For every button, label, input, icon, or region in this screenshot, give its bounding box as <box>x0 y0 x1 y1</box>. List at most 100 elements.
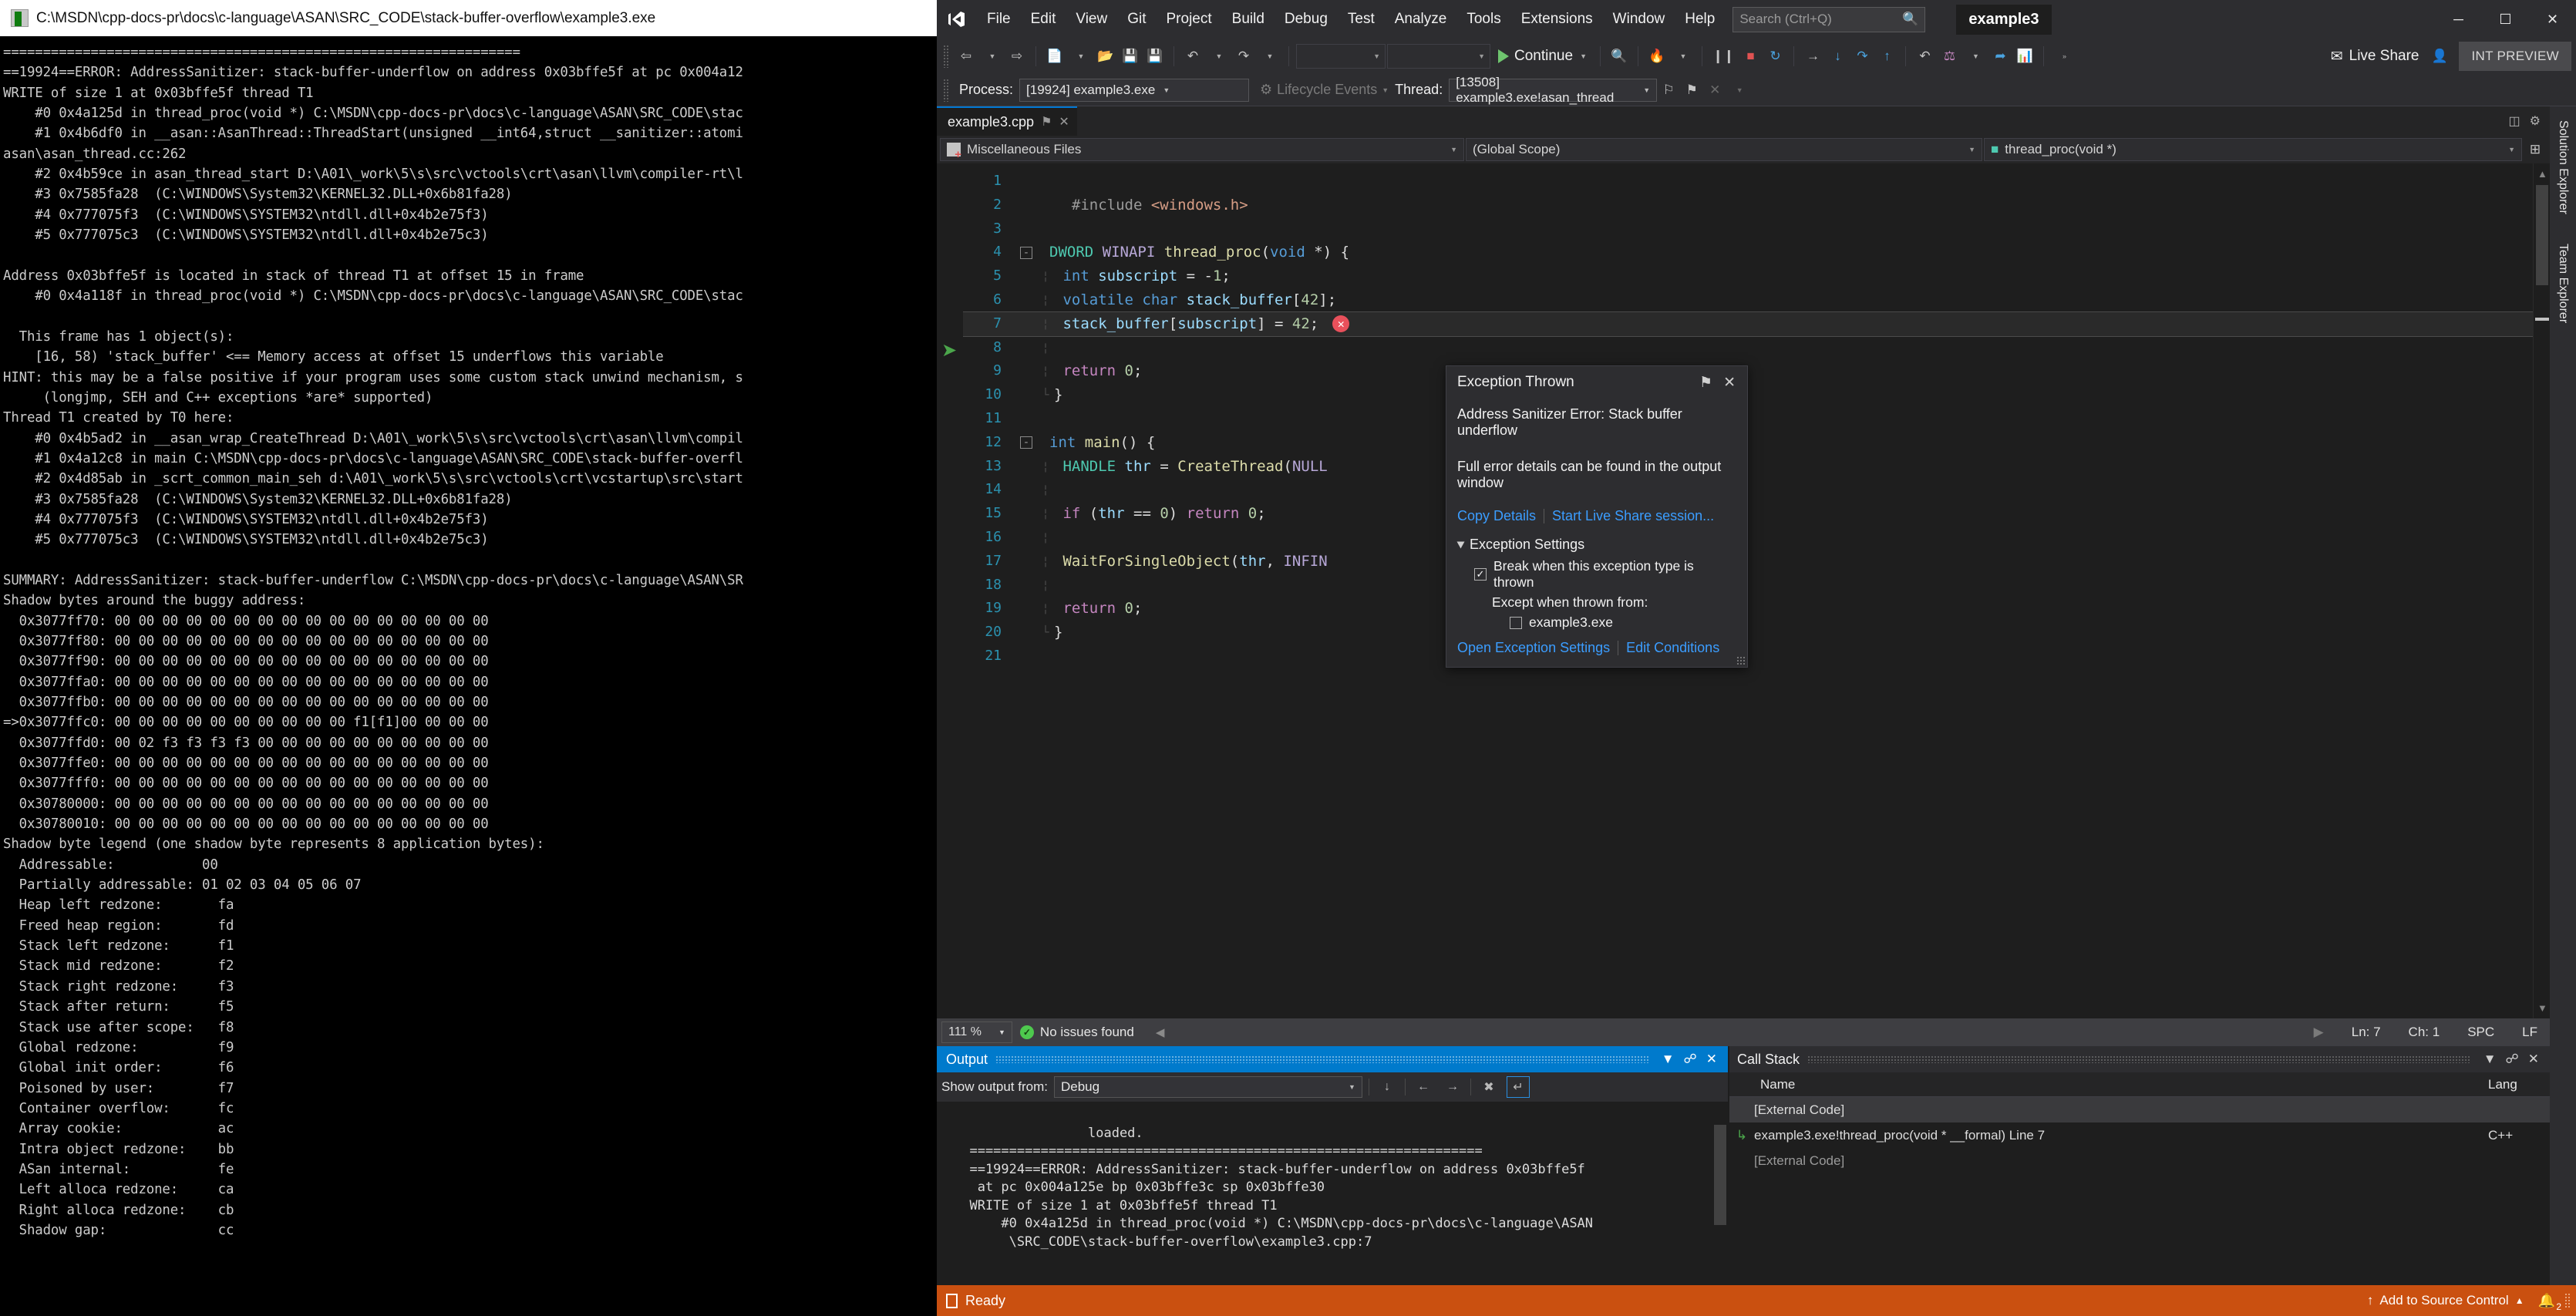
code-line-21[interactable]: 21 <box>963 645 2533 668</box>
close-icon[interactable]: ✕ <box>1059 114 1069 130</box>
code-line-15[interactable]: 15 ¦ if (thr == 0) return 0; <box>963 502 2533 526</box>
call-stack-drag-handle[interactable] <box>1807 1055 2471 1063</box>
flag-filter-icon[interactable]: ⚑ <box>1680 76 1703 104</box>
menu-tools[interactable]: Tools <box>1456 0 1510 39</box>
resize-grip[interactable] <box>2564 1293 2571 1308</box>
example3-exe-checkbox[interactable] <box>1510 616 1522 629</box>
pin-icon[interactable]: ⚑ <box>1694 374 1718 392</box>
output-source-selector[interactable]: Debug ▼ <box>1053 1076 1362 1098</box>
lifecycle-events-button[interactable]: ⚙ Lifecycle Events ▼ <box>1260 82 1389 98</box>
code-line-19[interactable]: 19 ¦ return 0; <box>963 597 2533 621</box>
copy-details-link[interactable]: Copy Details <box>1457 508 1536 524</box>
code-line-4[interactable]: 4 - DWORD WINAPI thread_proc(void *) { <box>963 241 2533 264</box>
menu-file[interactable]: File <box>977 0 1021 39</box>
close-icon[interactable]: ✕ <box>1718 374 1741 392</box>
toolbar-grip[interactable] <box>943 45 950 68</box>
break-all-icon[interactable]: ❙❙ <box>1709 42 1738 70</box>
menu-debug[interactable]: Debug <box>1275 0 1338 39</box>
processbar-overflow-icon[interactable]: ▼ <box>1728 76 1751 104</box>
code-line-7[interactable]: 7 ¦ stack_buffer[subscript] = 42; ✕ <box>963 311 2533 337</box>
clear-output-icon[interactable]: ✖ <box>1477 1076 1500 1098</box>
stop-debugging-icon[interactable]: ■ <box>1739 42 1762 70</box>
processbar-grip[interactable] <box>943 78 950 102</box>
table-row[interactable]: ↳ example3.exe!thread_proc(void * __form… <box>1729 1122 2550 1148</box>
call-stack-menu-icon[interactable]: ▼ <box>2479 1052 2501 1067</box>
next-issue-icon[interactable]: ▶ <box>2314 1025 2324 1040</box>
code-line-10[interactable]: 10 └} <box>963 383 2533 407</box>
freeze-thread-icon[interactable]: ✕ <box>1703 76 1726 104</box>
save-all-icon[interactable]: 💾 <box>1143 42 1167 70</box>
expand-editor-icon[interactable]: ⊞ <box>2524 136 2547 163</box>
output-scrollbar[interactable] <box>1712 1102 1728 1285</box>
output-close-icon[interactable]: ✕ <box>1702 1052 1722 1067</box>
code-line-9[interactable]: 9 ¦ return 0; <box>963 359 2533 383</box>
show-next-statement-icon[interactable]: → <box>1801 42 1824 70</box>
issues-indicator[interactable]: ✓ No issues found <box>1019 1025 1134 1040</box>
add-to-source-control-button[interactable]: ↑ Add to Source Control ▲ <box>2367 1293 2524 1308</box>
scroll-up-icon[interactable]: ▲ <box>2537 168 2547 180</box>
code-line-3[interactable]: 3 <box>963 217 2533 241</box>
exception-settings-expander[interactable]: Exception Settings <box>1456 537 1736 553</box>
scope-selector[interactable]: (Global Scope) ▼ <box>1466 138 1982 161</box>
split-view-icon[interactable]: ◫ <box>2509 113 2520 129</box>
example3-exe-row[interactable]: example3.exe <box>1510 614 1736 631</box>
configuration-combo[interactable]: ▼ <box>1296 44 1386 69</box>
zoom-selector[interactable]: 111 % ▼ <box>941 1021 1012 1043</box>
open-file-icon[interactable]: 📂 <box>1094 42 1117 70</box>
code-line-14[interactable]: 14 ¦ <box>963 478 2533 502</box>
spaces-indicator[interactable]: SPC <box>2467 1025 2494 1040</box>
code-line-20[interactable]: 20 └} <box>963 621 2533 645</box>
code-line-11[interactable]: 11 <box>963 407 2533 431</box>
code-line-12[interactable]: 12 - int main() { <box>963 431 2533 455</box>
close-button[interactable]: ✕ <box>2529 0 2576 39</box>
account-icon[interactable]: 👤 <box>2428 42 2451 70</box>
toggle-word-wrap-icon[interactable]: ↵ <box>1506 1076 1530 1098</box>
edit-conditions-link[interactable]: Edit Conditions <box>1626 640 1719 656</box>
menu-window[interactable]: Window <box>1603 0 1675 39</box>
navigate-forward-icon[interactable]: ⇨ <box>1005 42 1029 70</box>
pin-icon[interactable]: ⚑ <box>1041 114 1052 130</box>
error-indicator-icon[interactable]: ✕ <box>1332 315 1350 333</box>
project-selector[interactable]: Miscellaneous Files ▼ <box>940 138 1464 161</box>
thread-dropdown-icon[interactable]: ▼ <box>1964 42 1987 70</box>
minimize-button[interactable]: ─ <box>2435 0 2482 39</box>
menu-test[interactable]: Test <box>1338 0 1385 39</box>
step-over-icon[interactable]: ↷ <box>1850 42 1874 70</box>
save-icon[interactable]: 💾 <box>1119 42 1142 70</box>
team-explorer-tab[interactable]: Team Explorer <box>2553 237 2573 329</box>
output-menu-icon[interactable]: ▼ <box>1657 1052 1679 1067</box>
maximize-button[interactable]: ☐ <box>2482 0 2529 39</box>
thread-marker-icon[interactable]: ⚖ <box>1938 42 1961 70</box>
editor-vertical-scrollbar[interactable]: ▲ ▼ <box>2533 163 2550 1018</box>
code-line-17[interactable]: 17 ¦ WaitForSingleObject(thr, INFIN <box>963 550 2533 574</box>
call-stack-close-icon[interactable]: ✕ <box>2524 1052 2544 1067</box>
eol-indicator[interactable]: LF <box>2522 1025 2537 1040</box>
start-live-share-link[interactable]: Start Live Share session... <box>1552 508 1714 524</box>
member-selector[interactable]: ■ thread_proc(void *) ▼ <box>1984 138 2522 161</box>
continue-button[interactable]: Continue ▼ <box>1492 42 1593 70</box>
undo-navigation-icon[interactable]: ↶ <box>1913 42 1936 70</box>
redo-dropdown-icon[interactable]: ▼ <box>1258 42 1281 70</box>
menu-build[interactable]: Build <box>1222 0 1275 39</box>
redo-icon[interactable]: ↷ <box>1232 42 1255 70</box>
step-into-icon[interactable]: ↓ <box>1826 42 1849 70</box>
find-message-icon[interactable]: ↓ <box>1376 1076 1399 1098</box>
code-line-16[interactable]: 16 ¦ <box>963 526 2533 550</box>
restart-icon[interactable]: ↻ <box>1763 42 1786 70</box>
go-to-next-message-icon[interactable]: → <box>1441 1076 1464 1098</box>
code-line-13[interactable]: 13 ¦ HANDLE thr = CreateThread(NULL <box>963 455 2533 479</box>
attach-to-process-icon[interactable]: 🔍 <box>1608 42 1631 70</box>
code-line-2[interactable]: 2 #include <windows.h> <box>963 194 2533 217</box>
resize-grip[interactable] <box>1736 656 1745 665</box>
output-pin-icon[interactable]: ☍ <box>1679 1052 1702 1067</box>
code-line-6[interactable]: 6 ¦ volatile char stack_buffer[42]; <box>963 288 2533 312</box>
navigate-backward-icon[interactable]: ⇦ <box>955 42 978 70</box>
code-text-area[interactable]: 12 #include <windows.h> 3 4- DWORD WINAPI t… <box>963 163 2533 1018</box>
hot-reload-dropdown-icon[interactable]: ▼ <box>1672 42 1695 70</box>
code-line-18[interactable]: 18 ¦ <box>963 574 2533 597</box>
table-row[interactable]: [External Code] <box>1729 1097 2550 1122</box>
code-line-8[interactable]: 8 ¦ <box>963 336 2533 360</box>
new-project-dropdown-icon[interactable]: ▼ <box>1069 42 1093 70</box>
menu-edit[interactable]: Edit <box>1021 0 1066 39</box>
step-out-icon[interactable]: ↑ <box>1875 42 1898 70</box>
